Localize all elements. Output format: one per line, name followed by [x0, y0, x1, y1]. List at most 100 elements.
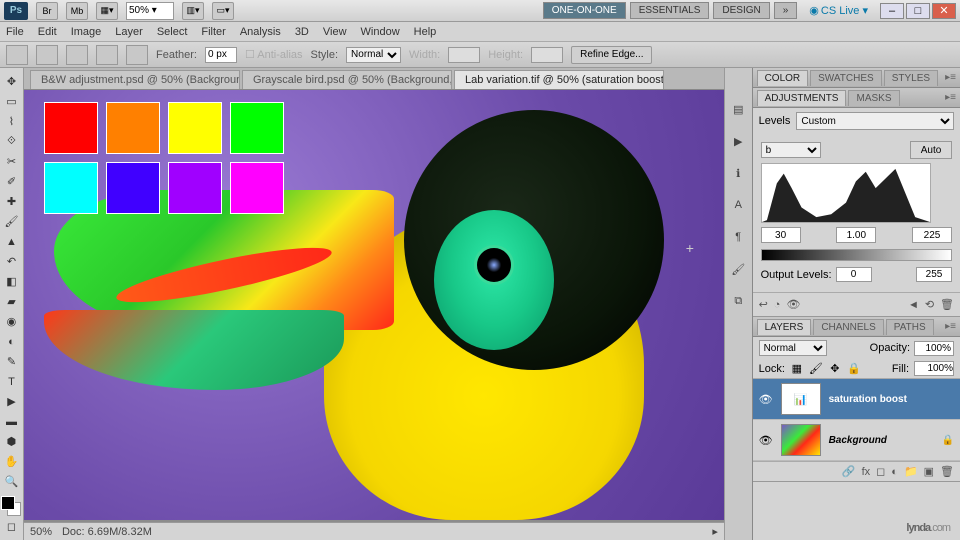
info-panel-icon[interactable]: ℹ — [727, 162, 749, 184]
tab-adjustments[interactable]: ADJUSTMENTS — [757, 90, 847, 106]
visibility-icon[interactable]: 👁 — [759, 434, 773, 447]
layer-name[interactable]: saturation boost — [829, 394, 907, 405]
output-white-input[interactable] — [916, 267, 952, 282]
fg-bg-swatches[interactable] — [1, 496, 21, 516]
quickmask-toggle[interactable]: ◻ — [0, 517, 22, 536]
return-icon[interactable]: ↩ — [759, 298, 768, 311]
lasso-tool[interactable]: ⌇ — [0, 112, 22, 131]
auto-levels-button[interactable]: Auto — [910, 141, 952, 159]
lock-all-icon[interactable]: 🔒 — [847, 362, 861, 376]
minimize-button[interactable]: – — [880, 3, 904, 19]
stamp-tool[interactable]: ▲ — [0, 232, 22, 251]
panel-menu-icon[interactable]: ▸≡ — [945, 72, 956, 83]
prev-state-icon[interactable]: ◄ — [908, 299, 919, 311]
history-panel-icon[interactable]: ▤ — [727, 98, 749, 120]
dodge-tool[interactable]: ◐ — [0, 332, 22, 351]
minibridge-button[interactable]: Mb — [66, 2, 88, 20]
antialias-checkbox[interactable]: ☐ Anti-alias — [245, 48, 303, 61]
group-icon[interactable]: 📁 — [904, 465, 918, 478]
brush-panel-icon[interactable]: 🖌 — [727, 258, 749, 280]
tab-masks[interactable]: MASKS — [848, 90, 899, 106]
layer-fx-icon[interactable]: fx — [862, 466, 871, 478]
marquee-new-icon[interactable] — [36, 45, 58, 65]
layer-name[interactable]: Background — [829, 435, 887, 446]
new-layer-icon[interactable]: ▣ — [924, 465, 934, 478]
document-tab-1[interactable]: B&W adjustment.psd @ 50% (Background, RG… — [30, 70, 240, 89]
input-midpoint[interactable] — [836, 227, 876, 243]
hand-tool[interactable]: ✋ — [0, 452, 22, 471]
panel-menu-icon[interactable]: ▸≡ — [945, 92, 956, 103]
layer-thumbnail[interactable]: 📊 — [781, 383, 821, 415]
view-extras-button[interactable]: ▦▾ — [96, 2, 118, 20]
close-button[interactable]: ✕ — [932, 3, 956, 19]
marquee-add-icon[interactable] — [66, 45, 88, 65]
adjustment-layer-icon[interactable]: ◐ — [891, 466, 898, 478]
status-zoom[interactable]: 50% — [30, 526, 52, 538]
menu-3d[interactable]: 3D — [295, 26, 309, 38]
workspace-design[interactable]: DESIGN — [713, 2, 769, 19]
eye-icon[interactable]: 👁 — [786, 298, 800, 311]
menu-filter[interactable]: Filter — [201, 26, 225, 38]
input-white-point[interactable] — [912, 227, 952, 243]
menu-analysis[interactable]: Analysis — [240, 26, 281, 38]
canvas-viewport[interactable]: + — [24, 90, 724, 522]
path-select-tool[interactable]: ▶ — [0, 392, 22, 411]
marquee-intersect-icon[interactable] — [126, 45, 148, 65]
style-select[interactable]: Normal — [346, 47, 401, 63]
trash-icon[interactable]: 🗑 — [940, 298, 954, 311]
menu-window[interactable]: Window — [361, 26, 400, 38]
tab-styles[interactable]: STYLES — [884, 70, 938, 86]
link-layers-icon[interactable]: 🔗 — [842, 465, 856, 478]
move-tool[interactable]: ✥ — [0, 72, 22, 91]
quick-select-tool[interactable]: ⟐ — [0, 132, 22, 151]
delete-layer-icon[interactable]: 🗑 — [940, 465, 954, 478]
channel-select[interactable]: b — [761, 142, 821, 158]
input-black-point[interactable] — [761, 227, 801, 243]
layer-mask-icon[interactable]: ◻ — [876, 465, 885, 478]
workspace-more[interactable]: » — [774, 2, 798, 19]
eyedropper-tool[interactable]: ✐ — [0, 172, 22, 191]
marquee-tool[interactable]: ▭ — [0, 92, 22, 111]
layer-thumbnail[interactable] — [781, 424, 821, 456]
fill-input[interactable] — [914, 361, 954, 376]
cs-live-menu[interactable]: ◉CS Live ▾ — [809, 4, 868, 17]
lock-position-icon[interactable]: ✥ — [828, 362, 842, 376]
tab-swatches[interactable]: SWATCHES — [810, 70, 882, 86]
levels-preset-select[interactable]: Custom — [796, 112, 954, 130]
healing-tool[interactable]: ✚ — [0, 192, 22, 211]
actions-panel-icon[interactable]: ▶ — [727, 130, 749, 152]
pen-tool[interactable]: ✎ — [0, 352, 22, 371]
eraser-tool[interactable]: ◧ — [0, 272, 22, 291]
menu-layer[interactable]: Layer — [115, 26, 143, 38]
marquee-sub-icon[interactable] — [96, 45, 118, 65]
tab-paths[interactable]: PATHS — [886, 319, 934, 335]
layer-saturation-boost[interactable]: 👁 📊 saturation boost — [753, 379, 960, 420]
output-gradient[interactable] — [761, 249, 952, 261]
menu-view[interactable]: View — [323, 26, 347, 38]
status-doc-size[interactable]: Doc: 6.69M/8.32M — [62, 526, 152, 538]
bridge-button[interactable]: Br — [36, 2, 58, 20]
menu-edit[interactable]: Edit — [38, 26, 57, 38]
menu-image[interactable]: Image — [71, 26, 102, 38]
feather-input[interactable] — [205, 47, 237, 63]
character-panel-icon[interactable]: A — [727, 194, 749, 216]
document-tab-2[interactable]: Grayscale bird.psd @ 50% (Background, Gr… — [242, 70, 452, 89]
crop-tool[interactable]: ✂ — [0, 152, 22, 171]
screen-mode-button[interactable]: ▭▾ — [212, 2, 234, 20]
clone-panel-icon[interactable]: ⧉ — [727, 290, 749, 312]
menu-select[interactable]: Select — [157, 26, 188, 38]
panel-menu-icon[interactable]: ▸≡ — [945, 321, 956, 332]
lock-pixels-icon[interactable]: 🖌 — [809, 362, 823, 376]
histogram[interactable] — [761, 163, 931, 223]
maximize-button[interactable]: □ — [906, 3, 930, 19]
blur-tool[interactable]: ◉ — [0, 312, 22, 331]
menu-file[interactable]: File — [6, 26, 24, 38]
tool-preset-icon[interactable] — [6, 45, 28, 65]
menu-help[interactable]: Help — [414, 26, 437, 38]
paragraph-panel-icon[interactable]: ¶ — [727, 226, 749, 248]
arrange-docs-button[interactable]: ▥▾ — [182, 2, 204, 20]
zoom-tool[interactable]: 🔍 — [0, 472, 22, 491]
refine-edge-button[interactable]: Refine Edge... — [571, 46, 652, 64]
workspace-one-on-one[interactable]: ONE-ON-ONE — [543, 2, 626, 19]
opacity-input[interactable] — [914, 341, 954, 356]
